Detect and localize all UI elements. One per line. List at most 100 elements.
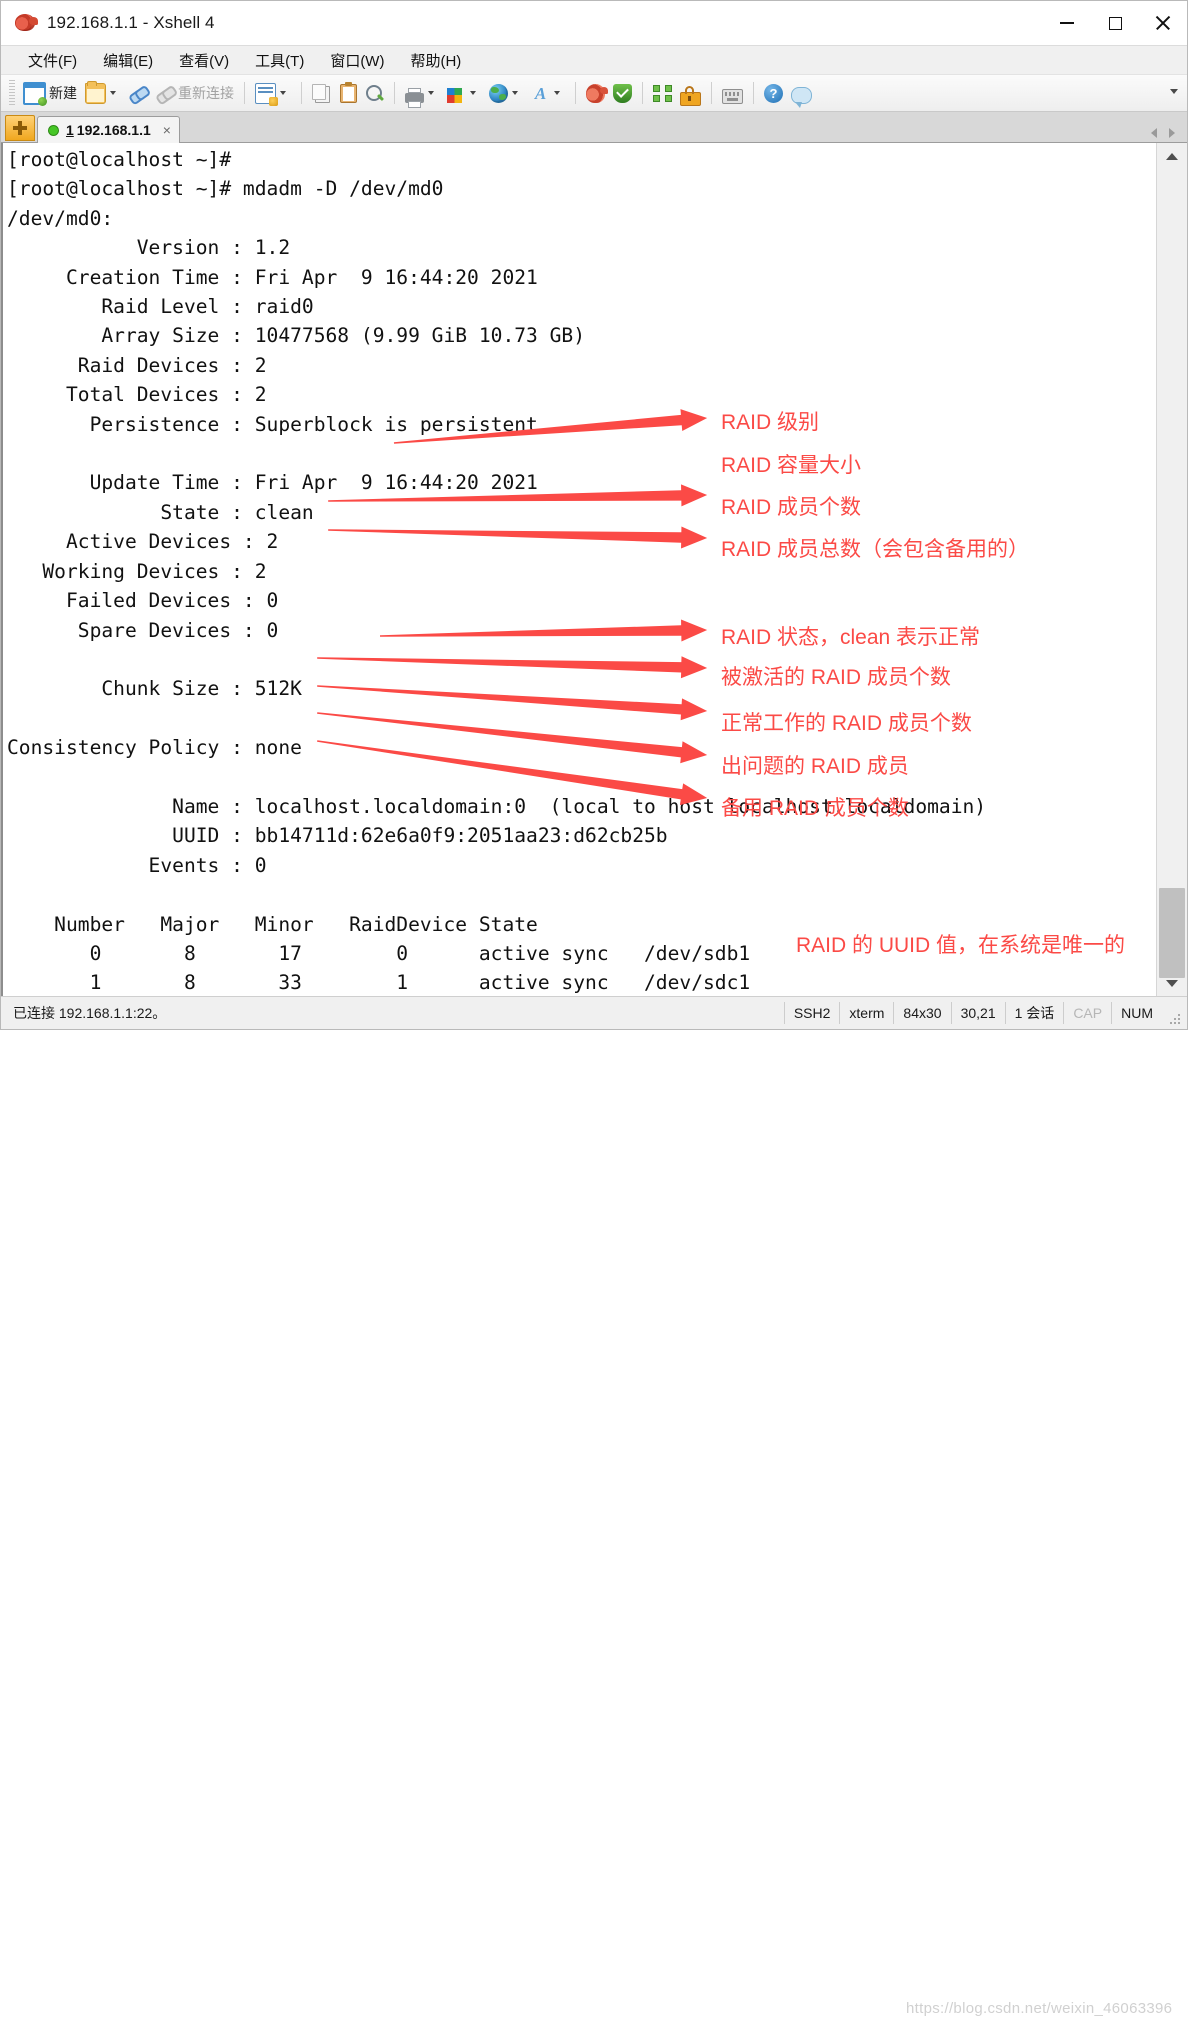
color-scheme-icon xyxy=(447,84,466,103)
toolbar-grip[interactable] xyxy=(9,80,15,106)
status-size: 84x30 xyxy=(893,1002,950,1024)
menu-window[interactable]: 窗口(W) xyxy=(319,47,395,74)
status-session-count: 1 会话 xyxy=(1004,1002,1064,1024)
xftp-icon xyxy=(613,83,632,103)
window-controls xyxy=(1043,1,1187,45)
chevron-down-icon[interactable] xyxy=(470,91,476,95)
menu-edit[interactable]: 编辑(E) xyxy=(92,47,164,74)
menu-help[interactable]: 帮助(H) xyxy=(399,47,472,74)
open-session-button[interactable] xyxy=(81,79,125,107)
xshell-icon xyxy=(586,83,608,103)
toolbar-divider xyxy=(244,82,245,104)
chat-icon xyxy=(791,86,812,108)
terminal-area: [root@localhost ~]# [root@localhost ~]# … xyxy=(1,143,1187,996)
xshell-button[interactable] xyxy=(582,79,609,107)
tab-number: 1 xyxy=(66,122,74,138)
xftp-button[interactable] xyxy=(609,79,636,107)
chevron-down-icon[interactable] xyxy=(110,91,116,95)
web-browser-button[interactable] xyxy=(485,79,527,107)
print-icon xyxy=(405,88,424,108)
status-protocol: SSH2 xyxy=(783,1002,840,1024)
lock-icon xyxy=(680,86,701,106)
close-button[interactable] xyxy=(1139,1,1187,45)
window-title: 192.168.1.1 - Xshell 4 xyxy=(47,13,215,32)
toolbar-divider xyxy=(575,82,576,104)
new-tab-button[interactable] xyxy=(5,115,35,141)
help-button[interactable]: ? xyxy=(760,79,787,107)
menu-file[interactable]: 文件(F) xyxy=(17,47,88,74)
scroll-up-icon[interactable] xyxy=(1157,146,1187,166)
menu-bar: 文件(F) 编辑(E) 查看(V) 工具(T) 窗口(W) 帮助(H) xyxy=(1,45,1187,74)
resize-grip[interactable] xyxy=(1168,1012,1182,1026)
reconnect-button[interactable]: 重新连接 xyxy=(152,79,238,107)
terminal-output: [root@localhost ~]# [root@localhost ~]# … xyxy=(7,145,1156,996)
status-bar: 已连接 192.168.1.1:22。 SSH2 xterm 84x30 30,… xyxy=(1,996,1187,2017)
copy-button[interactable] xyxy=(308,79,334,107)
disconnect-icon xyxy=(152,80,178,106)
scroll-down-icon[interactable] xyxy=(1157,973,1187,993)
menu-view[interactable]: 查看(V) xyxy=(168,47,240,74)
terminal-scrollbar[interactable] xyxy=(1156,143,1187,996)
tile-windows-icon xyxy=(653,84,672,103)
web-browser-icon xyxy=(489,83,508,103)
tab-label: 192.168.1.1 xyxy=(76,122,151,138)
watermark: https://blog.csdn.net/weixin_46063396 xyxy=(906,2000,1173,2017)
status-connection: 已连接 192.168.1.1:22。 xyxy=(13,1005,167,1021)
chat-button[interactable] xyxy=(787,79,816,108)
print-button[interactable] xyxy=(401,79,443,108)
status-terminal-type: xterm xyxy=(839,1002,893,1024)
paste-icon xyxy=(340,81,357,103)
properties-button[interactable] xyxy=(251,79,295,107)
connect-button[interactable] xyxy=(125,79,152,107)
new-session-label: 新建 xyxy=(49,85,77,101)
close-icon[interactable]: × xyxy=(163,123,171,137)
new-session-icon xyxy=(23,81,47,106)
new-session-button[interactable]: 新建 xyxy=(19,79,81,107)
status-num-lock: NUM xyxy=(1111,1002,1162,1024)
tab-navigation xyxy=(1151,128,1187,142)
connect-icon xyxy=(125,80,151,106)
font-button[interactable]: A xyxy=(527,79,569,107)
maximize-button[interactable] xyxy=(1091,1,1139,45)
keyboard-button[interactable] xyxy=(718,79,747,107)
lock-button[interactable] xyxy=(676,79,705,107)
tab-scroll-right-icon[interactable] xyxy=(1169,128,1175,138)
minimize-button[interactable] xyxy=(1043,1,1091,45)
scroll-thumb[interactable] xyxy=(1159,888,1185,978)
properties-icon xyxy=(255,82,278,106)
tab-scroll-left-icon[interactable] xyxy=(1151,128,1157,138)
toolbar: 新建 重新连接 A ? xyxy=(1,74,1187,112)
paste-button[interactable] xyxy=(334,79,361,107)
color-scheme-button[interactable] xyxy=(443,79,485,107)
reconnect-label: 重新连接 xyxy=(178,85,234,101)
chevron-down-icon[interactable] xyxy=(428,91,434,95)
title-bar: 192.168.1.1 - Xshell 4 xyxy=(1,1,1187,45)
menu-tools[interactable]: 工具(T) xyxy=(244,47,315,74)
toolbar-divider xyxy=(642,82,643,104)
tab-bar: 1 192.168.1.1 × xyxy=(1,112,1187,143)
toolbar-divider xyxy=(711,82,712,104)
tab-session-1[interactable]: 1 192.168.1.1 × xyxy=(37,116,180,143)
toolbar-divider xyxy=(753,82,754,104)
connected-status-icon xyxy=(48,124,59,136)
terminal-screen[interactable]: [root@localhost ~]# [root@localhost ~]# … xyxy=(1,143,1156,996)
xshell-window: 192.168.1.1 - Xshell 4 文件(F) 编辑(E) 查看(V)… xyxy=(0,0,1188,2017)
keyboard-icon xyxy=(722,88,743,104)
help-icon: ? xyxy=(764,83,783,103)
status-cells: SSH2 xterm 84x30 30,21 1 会话 CAP NUM xyxy=(783,997,1187,1029)
copy-icon xyxy=(312,83,330,103)
toolbar-divider xyxy=(301,82,302,104)
toolbar-divider xyxy=(394,82,395,104)
status-cursor-position: 30,21 xyxy=(950,1002,1005,1024)
find-button[interactable] xyxy=(361,79,388,107)
font-icon: A xyxy=(534,83,547,103)
status-caps-lock: CAP xyxy=(1063,1002,1111,1024)
tile-windows-button[interactable] xyxy=(649,79,676,107)
chevron-down-icon[interactable] xyxy=(512,91,518,95)
toolbar-overflow-icon[interactable] xyxy=(1170,89,1178,94)
chevron-down-icon[interactable] xyxy=(554,91,560,95)
open-folder-icon xyxy=(85,80,106,104)
chevron-down-icon[interactable] xyxy=(280,91,286,95)
snail-icon xyxy=(15,12,38,34)
find-icon xyxy=(365,84,384,103)
